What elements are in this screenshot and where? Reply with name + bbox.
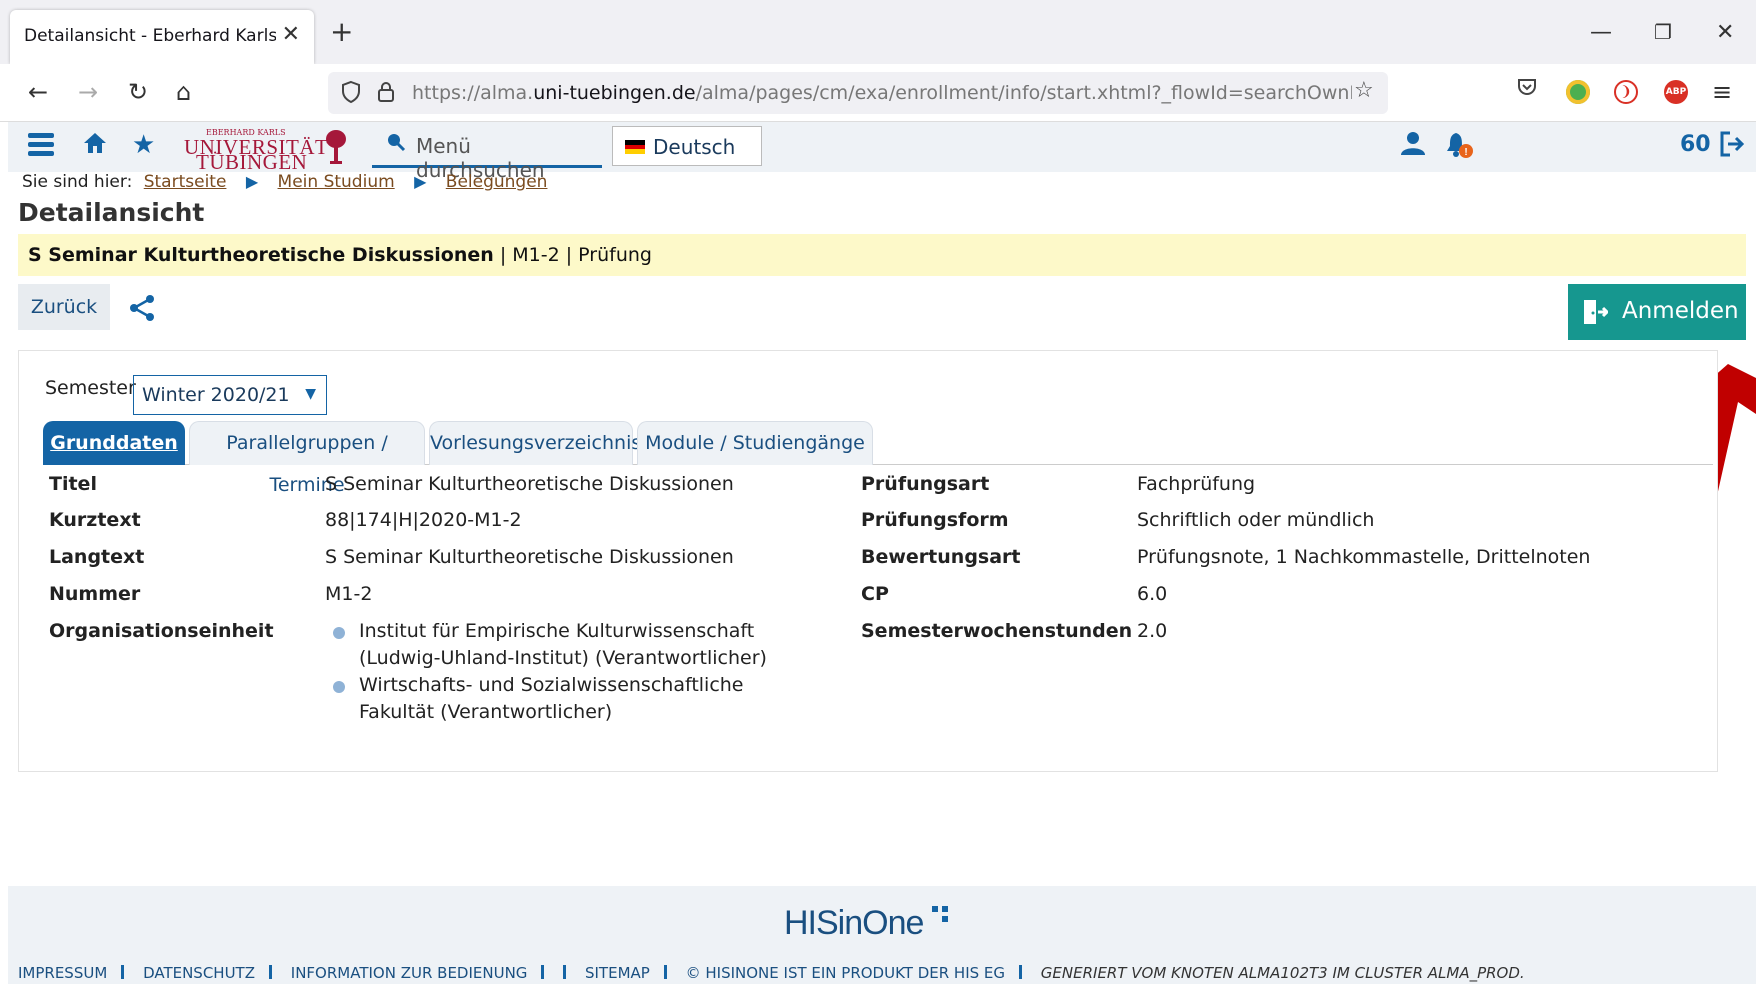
bookmark-star-icon[interactable]: ☆ (1354, 78, 1374, 103)
bullet-icon (333, 681, 345, 693)
label-pruefungsart: Prüfungsart (861, 473, 990, 495)
search-icon (386, 132, 406, 157)
semester-label: Semester (45, 377, 136, 399)
new-tab-icon[interactable]: + (330, 18, 353, 46)
restore-icon[interactable]: ❐ (1654, 20, 1672, 44)
org-unit-2-line2: Fakultät (Verantwortlicher) (359, 701, 613, 723)
chevron-right-icon: ▶ (245, 172, 259, 191)
register-button[interactable]: Anmelden (1568, 284, 1746, 340)
close-tab-icon[interactable]: ✕ (282, 22, 300, 47)
hamburger-menu-icon[interactable]: ≡ (1712, 78, 1732, 106)
main-menu-icon[interactable] (28, 130, 54, 165)
german-flag-icon (625, 140, 645, 154)
course-subtitle: | M1-2 | Prüfung (493, 244, 652, 266)
label-bewertungsart: Bewertungsart (861, 546, 1021, 568)
share-icon[interactable] (128, 294, 156, 322)
detail-card: Semester Winter 2020/21 ▼ Grunddaten Par… (18, 350, 1718, 772)
org-unit-1-line1: Institut für Empirische Kulturwissenscha… (359, 620, 755, 642)
tab-parallelgruppen[interactable]: Parallelgruppen / Termine (189, 421, 425, 496)
value-pruefungsart: Fachprüfung (1137, 473, 1256, 495)
footer-link-impressum[interactable]: IMPRESSUM (18, 964, 107, 982)
value-cp: 6.0 (1137, 583, 1168, 605)
label-langtext: Langtext (49, 546, 145, 568)
footer-copyright: © HISINONE IST EIN PRODUKT DER HIS EG (685, 964, 1006, 982)
breadcrumb-link-mein-studium[interactable]: Mein Studium (278, 172, 395, 192)
breadcrumb-link-startseite[interactable]: Startseite (144, 172, 227, 192)
favorites-star-icon[interactable]: ★ (132, 130, 155, 160)
footer-generated-info: GENERIERT VOM KNOTEN ALMA102T3 IM CLUSTE… (1040, 964, 1525, 982)
footer-link-sitemap[interactable]: SITEMAP (585, 964, 650, 982)
tab-module-studiengaenge[interactable]: Module / Studiengänge (637, 421, 873, 465)
extension-quote-icon[interactable]: ❩ (1614, 80, 1638, 104)
page-title: Detailansicht (18, 198, 205, 227)
org-unit-2-line1: Wirtschafts- und Sozialwissenschaftliche (359, 674, 744, 696)
session-timer: 60 (1680, 132, 1711, 157)
breadcrumb: Sie sind hier: Startseite ▶ Mein Studium… (22, 172, 548, 192)
back-arrow-icon[interactable]: ← (28, 78, 48, 106)
address-bar[interactable]: https://alma.uni-tuebingen.de/alma/pages… (328, 72, 1388, 114)
value-langtext: S Seminar Kulturtheoretische Diskussione… (325, 546, 734, 568)
close-window-icon[interactable]: ✕ (1716, 20, 1734, 45)
svg-text:!: ! (1464, 147, 1467, 158)
app-header: ★ EBERHARD KARLS UNIVERSITÄT TÜBINGEN Me… (8, 122, 1756, 182)
enter-door-icon (1584, 300, 1608, 324)
label-nummer: Nummer (49, 583, 141, 605)
language-select[interactable]: Deutsch (612, 126, 762, 166)
menu-search-input[interactable]: Menü durchsuchen (372, 124, 602, 182)
org-unit-1-line2: (Ludwig-Uhland-Institut) (Verantwortlich… (359, 647, 767, 669)
label-organisationseinheit: Organisationseinheit (49, 620, 274, 642)
user-profile-icon[interactable] (1400, 130, 1426, 163)
university-logo[interactable]: EBERHARD KARLS UNIVERSITÄT TÜBINGEN (184, 128, 354, 174)
value-kurztext: 88|174|H|2020-M1-2 (325, 509, 522, 531)
minimize-icon[interactable]: — (1590, 20, 1612, 45)
extension-globe-icon[interactable] (1566, 80, 1590, 104)
course-title: S Seminar Kulturtheoretische Diskussione… (28, 244, 494, 266)
browser-tab[interactable]: Detailansicht - Eberhard Karls Unive ✕ (10, 10, 314, 64)
notification-bell-icon[interactable]: ! (1444, 130, 1474, 167)
detail-tabs: Grunddaten Parallelgruppen / Termine Vor… (43, 421, 1713, 496)
footer-links: IMPRESSUM DATENSCHUTZ INFORMATION ZUR BE… (18, 964, 1525, 982)
hisinone-logo: HISinOne (784, 904, 924, 942)
label-kurztext: Kurztext (49, 509, 141, 531)
url-text: https://alma.uni-tuebingen.de/alma/pages… (412, 82, 1352, 104)
value-nummer: M1-2 (325, 583, 373, 605)
label-semesterwochenstunden: Semesterwochenstunden (861, 620, 1133, 642)
reload-icon[interactable]: ↻ (128, 78, 148, 106)
label-pruefungsform: Prüfungsform (861, 509, 1009, 531)
value-bewertungsart: Prüfungsnote, 1 Nachkommastelle, Drittel… (1137, 546, 1591, 568)
footer: HISinOne IMPRESSUM DATENSCHUTZ INFORMATI… (8, 886, 1756, 984)
tab-title: Detailansicht - Eberhard Karls Unive (24, 26, 276, 46)
logout-icon[interactable] (1718, 130, 1746, 165)
footer-link-datenschutz[interactable]: DATENSCHUTZ (143, 964, 255, 982)
hisinone-dots-icon (932, 906, 948, 922)
breadcrumb-link-belegungen[interactable]: Belegungen (446, 172, 548, 192)
value-semesterwochenstunden: 2.0 (1137, 620, 1168, 642)
forward-arrow-icon[interactable]: → (78, 78, 98, 106)
browser-tab-bar: Detailansicht - Eberhard Karls Unive ✕ +… (0, 0, 1756, 64)
tab-grunddaten[interactable]: Grunddaten (43, 421, 185, 465)
semester-select[interactable]: Winter 2020/21 ▼ (133, 375, 327, 415)
shield-icon[interactable] (340, 80, 362, 110)
lock-icon[interactable] (376, 80, 396, 110)
browser-nav-bar: ← → ↻ ⌂ https://alma.uni-tuebingen.de/al… (0, 64, 1756, 122)
course-title-bar: S Seminar Kulturtheoretische Diskussione… (18, 234, 1746, 276)
pocket-icon[interactable] (1516, 76, 1538, 104)
value-pruefungsform: Schriftlich oder mündlich (1137, 509, 1375, 531)
home-icon[interactable] (82, 130, 108, 163)
tab-vorlesungsverzeichnis[interactable]: Vorlesungsverzeichnis (429, 421, 641, 465)
adblock-icon[interactable]: ABP (1664, 80, 1688, 104)
footer-link-bedienung[interactable]: INFORMATION ZUR BEDIENUNG (291, 964, 528, 982)
palm-tree-logo-icon (326, 130, 346, 164)
label-cp: CP (861, 583, 889, 605)
back-button[interactable]: Zurück (18, 284, 110, 330)
home-icon[interactable]: ⌂ (176, 78, 191, 106)
bullet-icon (333, 627, 345, 639)
chevron-down-icon: ▼ (305, 386, 316, 402)
chevron-right-icon: ▶ (414, 172, 427, 191)
value-titel: S Seminar Kulturtheoretische Diskussione… (325, 473, 734, 495)
label-titel: Titel (49, 473, 97, 495)
